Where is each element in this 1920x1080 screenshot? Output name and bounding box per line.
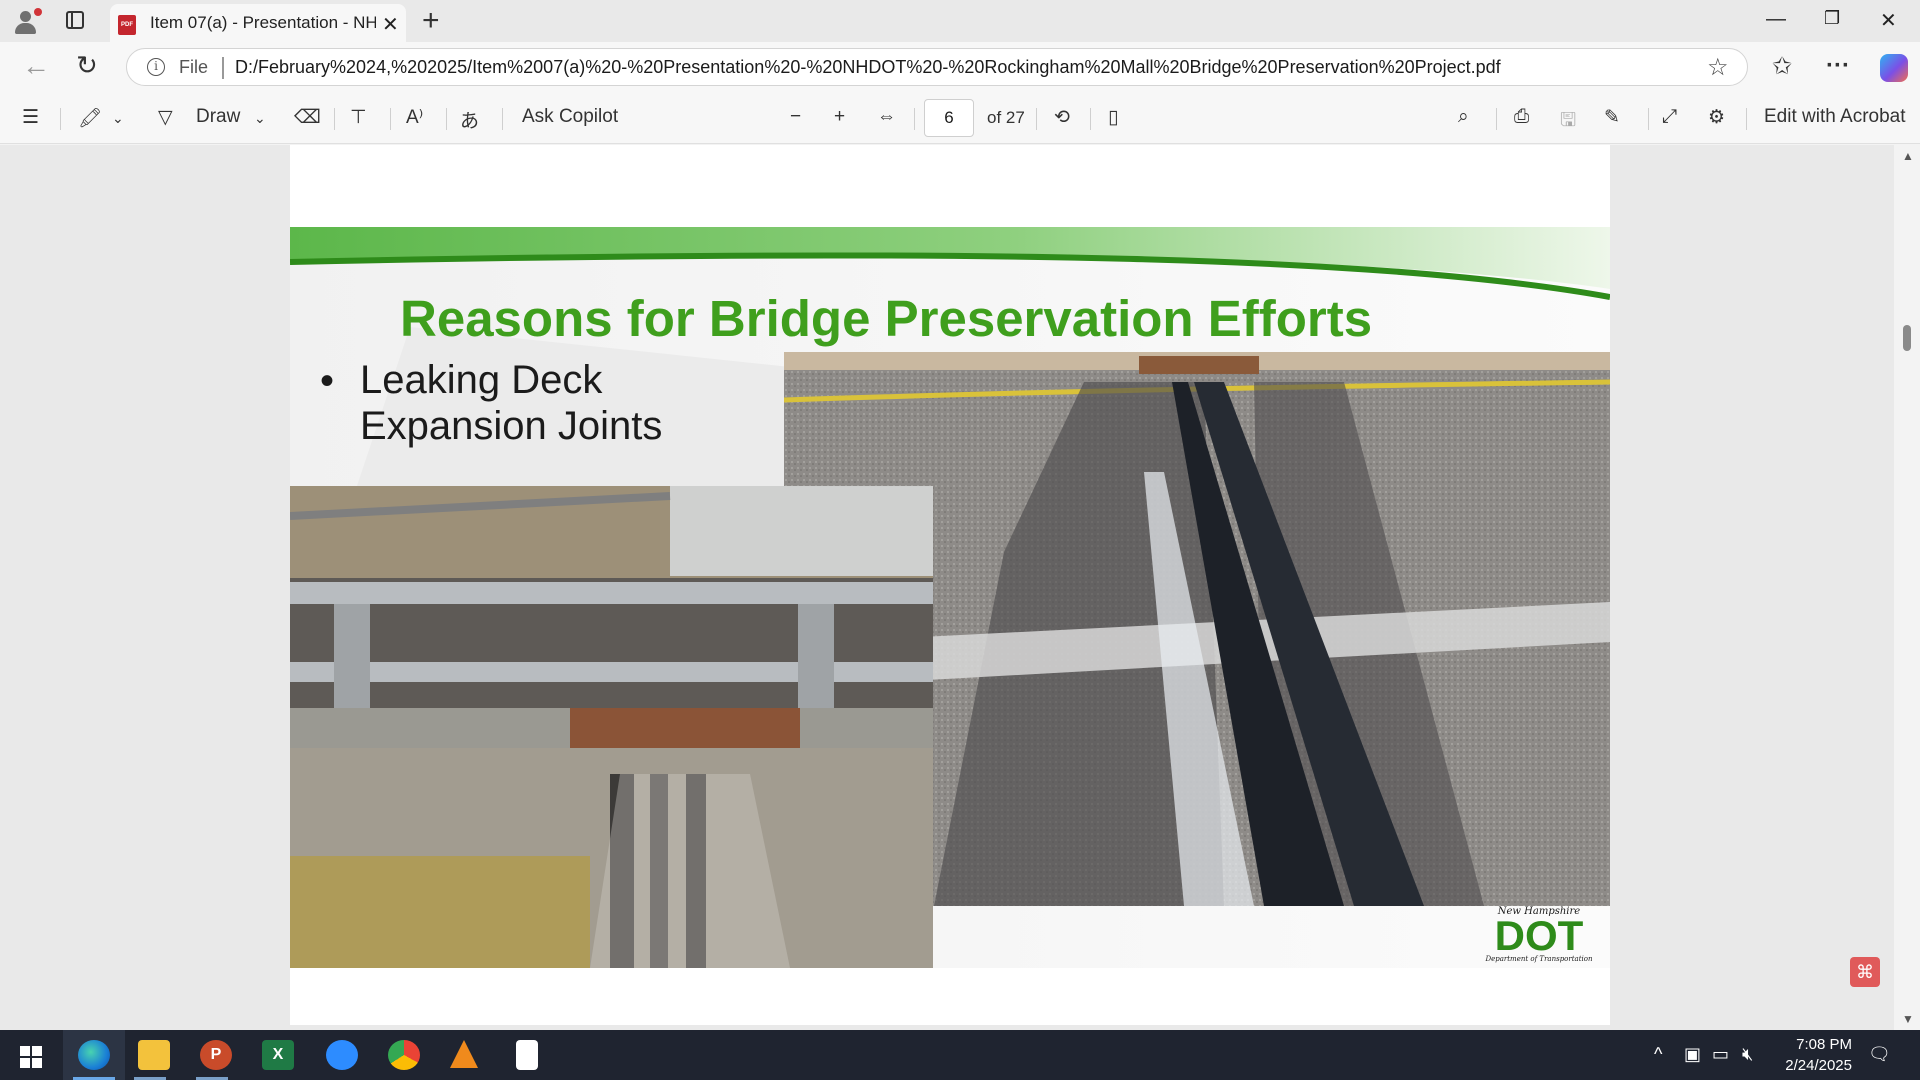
scroll-down-icon[interactable]: ▼: [1902, 1012, 1914, 1026]
draw-label[interactable]: Draw: [196, 106, 240, 128]
powerpoint-icon[interactable]: P: [200, 1040, 232, 1070]
tab-actions-icon[interactable]: [66, 11, 84, 29]
pdf-toolbar: ☰ 🖍︎ ⌄ ▽ Draw ⌄ ⌫ ⊤ A⁾ あ Ask Copilot − +…: [0, 94, 1920, 144]
contents-icon[interactable]: ☰: [22, 106, 39, 129]
bridge-railing-photo: [290, 486, 933, 968]
vlc-icon[interactable]: [450, 1040, 478, 1068]
acrobat-icon[interactable]: ⌘: [1850, 957, 1880, 987]
zoom-in-icon[interactable]: +: [834, 106, 845, 128]
minimize-icon[interactable]: —: [1766, 8, 1786, 31]
page-total: of 27: [987, 108, 1025, 127]
start-button[interactable]: [20, 1046, 42, 1068]
print-icon[interactable]: ⎙: [1514, 106, 1529, 128]
nhdot-logo: New Hampshire DOT Department of Transpor…: [1479, 905, 1599, 965]
vertical-scrollbar[interactable]: ▲ ▼: [1894, 145, 1920, 1030]
zoom-icon[interactable]: [326, 1040, 358, 1070]
text-box-icon[interactable]: ⊤: [350, 106, 367, 129]
edge-icon[interactable]: [78, 1040, 110, 1070]
taskbar: P X ^ ▣ ▭ 🔇︎ 7:08 PM 2/24/2025 🗨︎: [0, 1030, 1920, 1080]
svg-text:DOT: DOT: [1495, 912, 1584, 959]
chrome-icon[interactable]: [388, 1040, 420, 1070]
draw-icon[interactable]: ▽: [158, 106, 173, 129]
tab-close-icon[interactable]: ✕: [382, 12, 399, 37]
refresh-icon[interactable]: ↻: [76, 50, 98, 81]
more-menu-icon[interactable]: ···: [1826, 52, 1850, 80]
copilot-icon[interactable]: [1880, 54, 1908, 82]
file-label: File: [179, 57, 209, 77]
notifications-icon[interactable]: 🗨︎: [1868, 1044, 1891, 1065]
info-icon[interactable]: i: [147, 58, 165, 76]
bullet-item: Leaking Deck Expansion Joints: [360, 358, 663, 448]
divider: [222, 57, 224, 79]
zoom-out-icon[interactable]: −: [790, 106, 801, 128]
tab-title: Item 07(a) - Presentation - NHDOT: [150, 13, 376, 32]
fit-width-icon[interactable]: ⇔: [877, 106, 896, 128]
battery-icon[interactable]: ▭: [1712, 1044, 1729, 1065]
highlight-dropdown-icon[interactable]: ⌄: [112, 110, 124, 127]
address-bar[interactable]: i File D:/February%2024,%202025/Item%200…: [126, 48, 1748, 86]
tab-strip: PDF Item 07(a) - Presentation - NHDOT ✕ …: [0, 0, 1920, 42]
tab-pdf[interactable]: PDF Item 07(a) - Presentation - NHDOT ✕: [110, 4, 406, 42]
read-aloud-icon[interactable]: A⁾: [406, 106, 423, 129]
page-number-input[interactable]: 6: [924, 99, 974, 137]
highlight-icon[interactable]: 🖍︎: [78, 106, 102, 130]
show-hidden-icons-icon[interactable]: ^: [1654, 1044, 1662, 1065]
profile-icon[interactable]: [12, 8, 42, 34]
page-view-icon[interactable]: ▯: [1108, 106, 1118, 129]
restore-icon[interactable]: ❐: [1824, 8, 1840, 29]
edit-with-acrobat-button[interactable]: Edit with Acrobat: [1764, 106, 1906, 128]
eraser-icon[interactable]: ⌫: [294, 106, 321, 129]
rotate-icon[interactable]: ⟲: [1054, 106, 1070, 129]
search-icon[interactable]: ⌕: [1458, 106, 1469, 128]
close-window-icon[interactable]: ✕: [1880, 8, 1897, 33]
pdf-icon: PDF: [118, 15, 136, 35]
settings-gear-icon[interactable]: ⚙: [1708, 106, 1725, 129]
slide-title: Reasons for Bridge Preservation Efforts: [400, 290, 1373, 347]
new-tab-icon[interactable]: +: [422, 4, 440, 38]
back-icon[interactable]: ←: [22, 50, 50, 82]
slide: Reasons for Bridge Preservation Efforts …: [290, 227, 1610, 968]
excel-icon[interactable]: X: [262, 1040, 294, 1070]
address-row: ← ↻ i File D:/February%2024,%202025/Item…: [0, 42, 1920, 94]
draw-dropdown-icon[interactable]: ⌄: [254, 110, 266, 127]
save-icon[interactable]: 🖫︎: [1560, 106, 1576, 138]
url-text[interactable]: D:/February%2024,%202025/Item%2007(a)%20…: [235, 57, 1501, 78]
favorites-icon[interactable]: ✩: [1772, 52, 1792, 81]
meet-now-icon[interactable]: ▣: [1684, 1044, 1701, 1065]
bullet-dot: •: [320, 359, 335, 403]
notepad-icon[interactable]: [516, 1040, 538, 1070]
scroll-thumb[interactable]: [1903, 325, 1911, 351]
svg-text:Department of Transportation: Department of Transportation: [1484, 955, 1593, 963]
translate-icon[interactable]: あ: [460, 106, 479, 133]
clock-time: 7:08 PM: [1796, 1036, 1852, 1053]
favorite-star-icon[interactable]: ☆: [1707, 53, 1729, 82]
system-clock[interactable]: 7:08 PM 2/24/2025: [1752, 1034, 1852, 1076]
full-screen-icon[interactable]: ⤢: [1662, 106, 1677, 128]
save-as-icon[interactable]: ✎: [1604, 106, 1620, 129]
clock-date: 2/24/2025: [1785, 1057, 1852, 1074]
scroll-up-icon[interactable]: ▲: [1902, 149, 1914, 163]
ask-copilot-button[interactable]: Ask Copilot: [522, 106, 618, 128]
file-explorer-icon[interactable]: [138, 1040, 170, 1070]
